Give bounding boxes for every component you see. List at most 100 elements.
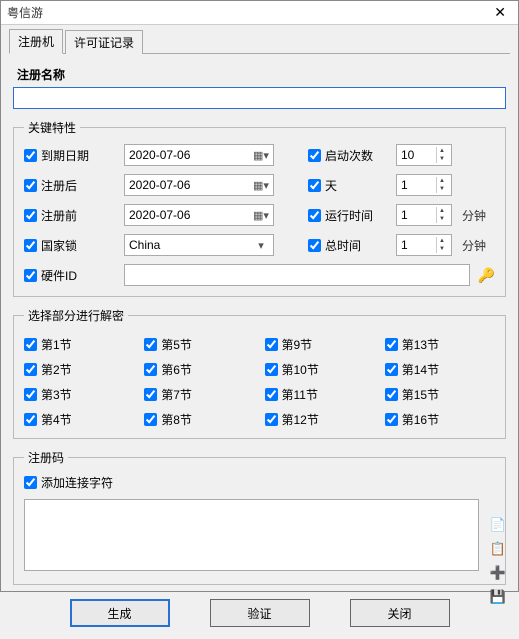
country-lock-check[interactable]: 国家锁: [24, 237, 116, 254]
section-check[interactable]: 第2节: [24, 361, 134, 378]
chevron-up-icon[interactable]: ▲: [436, 237, 447, 245]
paste-icon[interactable]: 📋: [489, 540, 507, 558]
reg-name-label: 注册名称: [17, 66, 506, 83]
calendar-icon[interactable]: ▦▾: [253, 209, 269, 222]
tab-license-log[interactable]: 许可证记录: [65, 30, 143, 54]
days-input[interactable]: 1 ▲▼: [396, 174, 452, 196]
register-before-check[interactable]: 注册前: [24, 207, 116, 224]
add-icon[interactable]: ➕: [489, 564, 507, 582]
launch-count-checkbox[interactable]: [308, 149, 321, 162]
total-time-value: 1: [401, 238, 408, 252]
expire-date-checkbox[interactable]: [24, 149, 37, 162]
section-check[interactable]: 第14节: [385, 361, 495, 378]
launch-count-value: 10: [401, 148, 414, 162]
section-label: 第14节: [402, 361, 439, 378]
section-check[interactable]: 第9节: [265, 336, 375, 353]
regcode-group: 注册码 添加连接字符 📄 📋 ➕ 💾: [13, 449, 506, 585]
section-check[interactable]: 第5节: [144, 336, 254, 353]
section-check[interactable]: 第11节: [265, 386, 375, 403]
register-before-checkbox[interactable]: [24, 209, 37, 222]
close-button-label: 关闭: [387, 605, 411, 622]
total-time-unit: 分钟: [462, 237, 492, 254]
section-check[interactable]: 第15节: [385, 386, 495, 403]
register-after-check[interactable]: 注册后: [24, 177, 116, 194]
section-check[interactable]: 第12节: [265, 411, 375, 428]
total-time-check[interactable]: 总时间: [308, 237, 388, 254]
generate-button[interactable]: 生成: [70, 599, 170, 627]
section-label: 第6节: [161, 361, 192, 378]
chevron-up-icon[interactable]: ▲: [436, 207, 447, 215]
reg-name-input[interactable]: [13, 87, 506, 109]
section-label: 第15节: [402, 386, 439, 403]
chevron-down-icon[interactable]: ▼: [436, 185, 447, 193]
country-lock-combo[interactable]: China ▾: [124, 234, 274, 256]
add-join-chars-label: 添加连接字符: [41, 474, 113, 491]
launch-count-input[interactable]: 10 ▲▼: [396, 144, 452, 166]
section-label: 第3节: [41, 386, 72, 403]
copy-icon[interactable]: 📄: [489, 516, 507, 534]
launch-count-label: 启动次数: [325, 147, 373, 164]
tab-license-log-label: 许可证记录: [74, 36, 134, 50]
key-icon[interactable]: 🔑: [478, 267, 495, 284]
section-check[interactable]: 第16节: [385, 411, 495, 428]
section-check[interactable]: 第8节: [144, 411, 254, 428]
launch-count-check[interactable]: 启动次数: [308, 147, 388, 164]
regcode-legend: 注册码: [24, 449, 68, 466]
register-after-value: 2020-07-06: [129, 178, 190, 192]
run-time-checkbox[interactable]: [308, 209, 321, 222]
hardware-id-checkbox[interactable]: [24, 269, 37, 282]
section-label: 第5节: [161, 336, 192, 353]
tab-register-label: 注册机: [18, 35, 54, 49]
country-lock-checkbox[interactable]: [24, 239, 37, 252]
register-after-checkbox[interactable]: [24, 179, 37, 192]
section-check[interactable]: 第7节: [144, 386, 254, 403]
days-checkbox[interactable]: [308, 179, 321, 192]
calendar-icon[interactable]: ▦▾: [253, 149, 269, 162]
section-label: 第9节: [282, 336, 313, 353]
run-time-input[interactable]: 1 ▲▼: [396, 204, 452, 226]
hardware-id-check[interactable]: 硬件ID: [24, 267, 116, 284]
expire-date-check[interactable]: 到期日期: [24, 147, 116, 164]
section-check[interactable]: 第4节: [24, 411, 134, 428]
section-label: 第2节: [41, 361, 72, 378]
total-time-input[interactable]: 1 ▲▼: [396, 234, 452, 256]
section-label: 第13节: [402, 336, 439, 353]
close-button[interactable]: 关闭: [350, 599, 450, 627]
add-join-chars-checkbox[interactable]: [24, 476, 37, 489]
sections-group: 选择部分进行解密 第1节 第5节 第9节 第13节 第2节 第6节 第10节 第…: [13, 307, 506, 439]
section-check[interactable]: 第6节: [144, 361, 254, 378]
tab-register[interactable]: 注册机: [9, 29, 63, 54]
days-label: 天: [325, 177, 337, 194]
section-label: 第7节: [161, 386, 192, 403]
section-check[interactable]: 第1节: [24, 336, 134, 353]
chevron-down-icon[interactable]: ▼: [436, 155, 447, 163]
chevron-up-icon[interactable]: ▲: [436, 147, 447, 155]
hardware-id-input[interactable]: [124, 264, 470, 286]
expire-date-input[interactable]: 2020-07-06 ▦▾: [124, 144, 274, 166]
regcode-textarea[interactable]: [24, 499, 479, 571]
run-time-value: 1: [401, 208, 408, 222]
run-time-check[interactable]: 运行时间: [308, 207, 388, 224]
register-before-value: 2020-07-06: [129, 208, 190, 222]
section-check[interactable]: 第13节: [385, 336, 495, 353]
chevron-up-icon[interactable]: ▲: [436, 177, 447, 185]
calendar-icon[interactable]: ▦▾: [253, 179, 269, 192]
verify-button[interactable]: 验证: [210, 599, 310, 627]
save-icon[interactable]: 💾: [489, 588, 507, 606]
chevron-down-icon[interactable]: ▼: [436, 215, 447, 223]
add-join-chars-check[interactable]: 添加连接字符: [24, 474, 495, 491]
section-check[interactable]: 第3节: [24, 386, 134, 403]
chevron-down-icon[interactable]: ▼: [436, 245, 447, 253]
section-label: 第8节: [161, 411, 192, 428]
run-time-unit: 分钟: [462, 207, 492, 224]
country-lock-label: 国家锁: [41, 237, 77, 254]
close-icon[interactable]: ✕: [488, 4, 512, 21]
section-check[interactable]: 第10节: [265, 361, 375, 378]
days-check[interactable]: 天: [308, 177, 388, 194]
total-time-checkbox[interactable]: [308, 239, 321, 252]
register-before-input[interactable]: 2020-07-06 ▦▾: [124, 204, 274, 226]
verify-button-label: 验证: [247, 605, 271, 622]
register-after-input[interactable]: 2020-07-06 ▦▾: [124, 174, 274, 196]
chevron-down-icon[interactable]: ▾: [253, 239, 269, 252]
section-label: 第12节: [282, 411, 319, 428]
